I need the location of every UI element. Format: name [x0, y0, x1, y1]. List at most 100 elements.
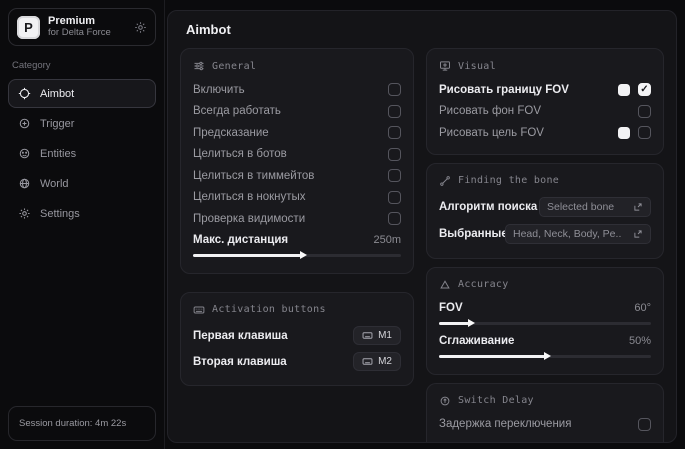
sidebar-item-label: World	[40, 178, 69, 190]
brand-title: Premium	[48, 15, 126, 28]
sidebar-item-settings[interactable]: Settings	[8, 199, 156, 228]
section-title: Switch Delay	[458, 395, 534, 406]
slider-label-row: FOV 60°	[439, 298, 651, 318]
section-title: Accuracy	[458, 279, 509, 290]
sidebar-item-aimbot[interactable]: Aimbot	[8, 79, 156, 108]
keyboard-icon	[193, 304, 205, 316]
bone-card: Finding the bone Алгоритм поиска костей …	[426, 163, 664, 259]
general-card: General Включить Всегда работать Предска…	[180, 48, 414, 274]
checkbox-always-work[interactable]	[388, 105, 401, 118]
slider-value: 60°	[634, 302, 651, 314]
sidebar-item-label: Aimbot	[40, 88, 74, 100]
monitor-icon	[439, 60, 451, 72]
toggle-label: Целиться в ботов	[193, 148, 287, 160]
keybind-button-secondary[interactable]: M2	[353, 352, 401, 371]
max-distance-slider[interactable]	[193, 254, 401, 257]
checkbox-switch-delay[interactable]	[638, 418, 651, 431]
toggle-row: Включить	[193, 79, 401, 101]
checkbox-visibility-check[interactable]	[388, 212, 401, 225]
checkbox-draw-fov-border[interactable]	[638, 83, 651, 96]
clock-icon	[439, 395, 451, 407]
checkbox-draw-fov-target[interactable]	[638, 126, 651, 139]
checkbox-enable[interactable]	[388, 83, 401, 96]
bone-label: Выбранные кости	[439, 228, 505, 240]
visual-label: Рисовать фон FOV	[439, 105, 541, 117]
sidebar-item-label: Trigger	[40, 118, 74, 130]
main-panel: Aimbot General Включить	[167, 10, 677, 443]
dropdown-value: Selected bone	[547, 201, 614, 213]
section-title: Finding the bone	[458, 175, 559, 186]
crosshair-icon	[18, 87, 31, 100]
color-swatch[interactable]	[618, 84, 630, 96]
section-title: General	[212, 61, 256, 72]
visual-row: Рисовать границу FOV	[439, 79, 651, 101]
entities-icon	[18, 147, 31, 160]
checkbox-prediction[interactable]	[388, 126, 401, 139]
section-title: Visual	[458, 61, 496, 72]
toggle-row: Предсказание	[193, 122, 401, 144]
tune-icon	[193, 60, 205, 72]
sidebar-item-trigger[interactable]: Trigger	[8, 109, 156, 138]
toggle-label: Предсказание	[193, 127, 269, 139]
fov-slider[interactable]	[439, 322, 651, 325]
brand-card: P Premium for Delta Force	[8, 8, 156, 46]
slider-thumb[interactable]	[300, 251, 307, 259]
slider-value: 1000 ms	[609, 442, 651, 443]
session-duration: Session duration: 4m 22s	[8, 406, 156, 441]
keyboard-icon	[362, 356, 373, 367]
gear-icon[interactable]	[134, 21, 147, 34]
trigger-icon	[18, 117, 31, 130]
toggle-row: Задержка переключения	[439, 414, 651, 436]
page-title: Aimbot	[168, 11, 676, 46]
sidebar-nav: Aimbot Trigger Entities	[8, 79, 156, 406]
smoothing-slider[interactable]	[439, 355, 651, 358]
slider-thumb[interactable]	[468, 319, 475, 327]
dropdown-value: Head, Neck, Body, Pe..	[513, 228, 621, 240]
toggle-label: Всегда работать	[193, 105, 281, 117]
toggle-row: Проверка видимости	[193, 208, 401, 230]
bone-label: Алгоритм поиска костей	[439, 201, 539, 213]
switch-delay-card: Switch Delay Задержка переключения Задер…	[426, 383, 664, 444]
visual-label: Рисовать цель FOV	[439, 127, 544, 139]
keyboard-icon	[362, 330, 373, 341]
slider-label-row: Макс. дистанция 250m	[193, 230, 401, 250]
slider-value: 250m	[373, 234, 401, 246]
toggle-row: Целиться в нокнутых	[193, 187, 401, 209]
slider-thumb[interactable]	[544, 352, 551, 360]
bone-algorithm-dropdown[interactable]: Selected bone	[539, 197, 651, 217]
checkbox-aim-teammates[interactable]	[388, 169, 401, 182]
brand-subtitle: for Delta Force	[48, 28, 126, 39]
sidebar: P Premium for Delta Force Category Aimbo…	[0, 0, 165, 449]
keybind-label: Вторая клавиша	[193, 356, 287, 368]
visual-label: Рисовать границу FOV	[439, 84, 569, 96]
slider-label: Задержка переключения (мс)	[439, 442, 601, 443]
toggle-row: Целиться в тиммейтов	[193, 165, 401, 187]
selected-bones-dropdown[interactable]: Head, Neck, Body, Pe..	[505, 224, 651, 244]
visual-card: Visual Рисовать границу FOV Рисовать фон…	[426, 48, 664, 155]
slider-value: 50%	[629, 335, 651, 347]
keybind-label: Первая клавиша	[193, 330, 288, 342]
color-swatch[interactable]	[618, 127, 630, 139]
keybind-button-primary[interactable]: M1	[353, 326, 401, 345]
toggle-label: Целиться в тиммейтов	[193, 170, 314, 182]
settings-icon	[18, 207, 31, 220]
toggle-row: Целиться в ботов	[193, 144, 401, 166]
slider-label: FOV	[439, 302, 463, 314]
bone-icon	[439, 175, 451, 187]
toggle-row: Всегда работать	[193, 101, 401, 123]
sidebar-item-entities[interactable]: Entities	[8, 139, 156, 168]
keybind-row: Первая клавиша M1	[193, 323, 401, 349]
world-icon	[18, 177, 31, 190]
slider-label-row: Сглаживание 50%	[439, 331, 651, 351]
expand-icon	[633, 202, 643, 212]
activation-card: Activation buttons Первая клавиша M1	[180, 292, 414, 386]
slider-label-row: Задержка переключения (мс) 1000 ms	[439, 438, 651, 443]
visual-row: Рисовать цель FOV	[439, 122, 651, 144]
checkbox-aim-knocked[interactable]	[388, 191, 401, 204]
brand-logo: P	[17, 16, 40, 39]
checkbox-draw-fov-background[interactable]	[638, 105, 651, 118]
sidebar-item-label: Settings	[40, 208, 80, 220]
keybind-value: M1	[378, 330, 392, 341]
checkbox-aim-bots[interactable]	[388, 148, 401, 161]
sidebar-item-world[interactable]: World	[8, 169, 156, 198]
